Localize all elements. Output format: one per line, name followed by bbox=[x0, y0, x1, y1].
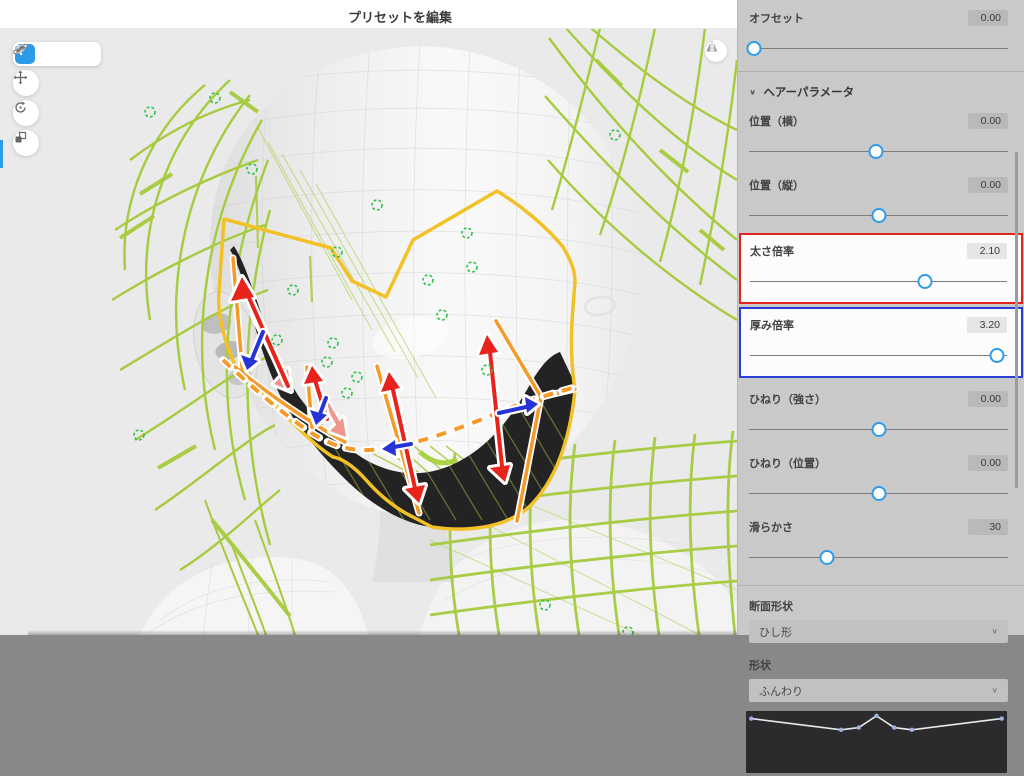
slider-value: 30 bbox=[968, 518, 1008, 535]
move-button[interactable] bbox=[13, 70, 39, 96]
section-title: ヘアーパラメータ bbox=[763, 87, 855, 99]
slider-row-twist-position: ひねり（位置） 0.00 bbox=[738, 444, 1024, 508]
curve-control-point[interactable] bbox=[856, 725, 861, 730]
slider-row-offset: オフセット 0.00 bbox=[738, 0, 1024, 63]
slider-thumb[interactable] bbox=[917, 274, 933, 289]
slider-value: 0.00 bbox=[968, 9, 1008, 26]
curve-control-point[interactable] bbox=[999, 716, 1004, 721]
shape-dropdown[interactable]: ふんわり ∨ bbox=[749, 679, 1008, 702]
curve-control-point[interactable] bbox=[749, 716, 754, 721]
slider-value: 0.00 bbox=[968, 454, 1008, 471]
scale-icon bbox=[15, 131, 27, 143]
dropdown-label-shape: 形状 bbox=[749, 660, 771, 672]
section-header-hair-parameters[interactable]: ∨ ヘアーパラメータ bbox=[738, 72, 1024, 102]
dropdown-value: ふんわり bbox=[759, 685, 803, 698]
slider-row-position-v: 位置（縦） 0.00 bbox=[738, 166, 1024, 230]
viewport-bottom-shade bbox=[28, 630, 737, 635]
slider-value: 0.00 bbox=[968, 112, 1008, 129]
curve-control-point[interactable] bbox=[909, 727, 915, 732]
slider-track[interactable] bbox=[750, 347, 1007, 364]
rotate-button[interactable] bbox=[13, 100, 39, 126]
tool-pill bbox=[13, 42, 101, 66]
slider-label: 厚み倍率 bbox=[750, 319, 794, 332]
page-title: プリセットを編集 bbox=[347, 10, 453, 25]
slider-track[interactable] bbox=[750, 273, 1007, 290]
hair-parameters-panel: オフセット 0.00 ∨ ヘアーパラメータ 位置（横） 0.00 位置（縦） 0… bbox=[737, 0, 1024, 773]
eraser-tool-button[interactable] bbox=[14, 44, 78, 64]
slider-row-depth-highlighted-blue: 厚み倍率 3.20 bbox=[739, 307, 1023, 378]
slider-track[interactable] bbox=[749, 549, 1008, 566]
slider-label: ひねり（強さ） bbox=[749, 393, 826, 406]
slider-row-thickness-highlighted-red: 太さ倍率 2.10 bbox=[739, 233, 1023, 304]
slider-value: 0.00 bbox=[968, 176, 1008, 193]
slider-label: オフセット bbox=[749, 12, 804, 25]
slider-thumb[interactable] bbox=[871, 208, 886, 223]
cross-section-shape-dropdown[interactable]: ひし形 ∨ bbox=[749, 620, 1008, 643]
panel-edge-accent bbox=[0, 140, 3, 168]
mirror-button[interactable] bbox=[705, 40, 727, 62]
profile-curve-canvas bbox=[749, 713, 1004, 732]
hair-profile-curve-editor[interactable] bbox=[746, 711, 1007, 773]
slider-value: 2.10 bbox=[967, 242, 1007, 259]
slider-thumb[interactable] bbox=[868, 144, 884, 159]
slider-track[interactable] bbox=[749, 485, 1008, 502]
slider-thumb[interactable] bbox=[871, 422, 886, 437]
slider-row-position-h: 位置（横） 0.00 bbox=[738, 102, 1024, 166]
slider-track[interactable] bbox=[749, 143, 1008, 160]
curve-control-point[interactable] bbox=[892, 725, 897, 730]
slider-label: 滑らかさ bbox=[749, 521, 793, 534]
slider-label: ひねり（位置） bbox=[749, 457, 826, 470]
curve-control-point[interactable] bbox=[838, 727, 844, 732]
move-icon bbox=[13, 70, 28, 85]
control-point-tool-button[interactable] bbox=[13, 43, 100, 64]
rotate-icon bbox=[15, 101, 26, 113]
slider-value: 0.00 bbox=[968, 390, 1008, 407]
viewport-scene bbox=[0, 28, 737, 635]
scale-button[interactable] bbox=[13, 130, 39, 156]
mirror-icon bbox=[706, 41, 718, 53]
pencil-tool-button[interactable] bbox=[15, 44, 57, 64]
chevron-down-icon: ∨ bbox=[991, 685, 998, 695]
slider-label: 太さ倍率 bbox=[750, 245, 794, 258]
slider-value: 3.20 bbox=[967, 316, 1007, 333]
slider-track[interactable] bbox=[749, 207, 1008, 224]
curve-control-point[interactable] bbox=[874, 713, 879, 718]
chevron-down-icon: ∨ bbox=[749, 87, 757, 96]
slider-label: 位置（横） bbox=[749, 115, 804, 128]
curve-points-icon bbox=[13, 43, 28, 55]
viewport-3d[interactable] bbox=[0, 28, 737, 635]
dropdown-value: ひし形 bbox=[759, 626, 792, 639]
slider-thumb[interactable] bbox=[746, 41, 762, 56]
slider-row-smoothness: 滑らかさ 30 bbox=[738, 508, 1024, 572]
slider-row-twist-strength: ひねり（強さ） 0.00 bbox=[738, 380, 1024, 444]
dropdown-label-cross-section: 断面形状 bbox=[749, 601, 793, 613]
slider-label: 位置（縦） bbox=[749, 179, 804, 192]
slider-thumb[interactable] bbox=[819, 550, 835, 565]
top-bar: プリセットを編集 bbox=[0, 0, 737, 29]
panel-scrollbar[interactable] bbox=[1015, 152, 1018, 488]
slider-track[interactable] bbox=[749, 421, 1008, 438]
slider-track[interactable] bbox=[746, 40, 1008, 57]
slider-thumb[interactable] bbox=[989, 348, 1005, 363]
slider-thumb[interactable] bbox=[871, 486, 886, 501]
